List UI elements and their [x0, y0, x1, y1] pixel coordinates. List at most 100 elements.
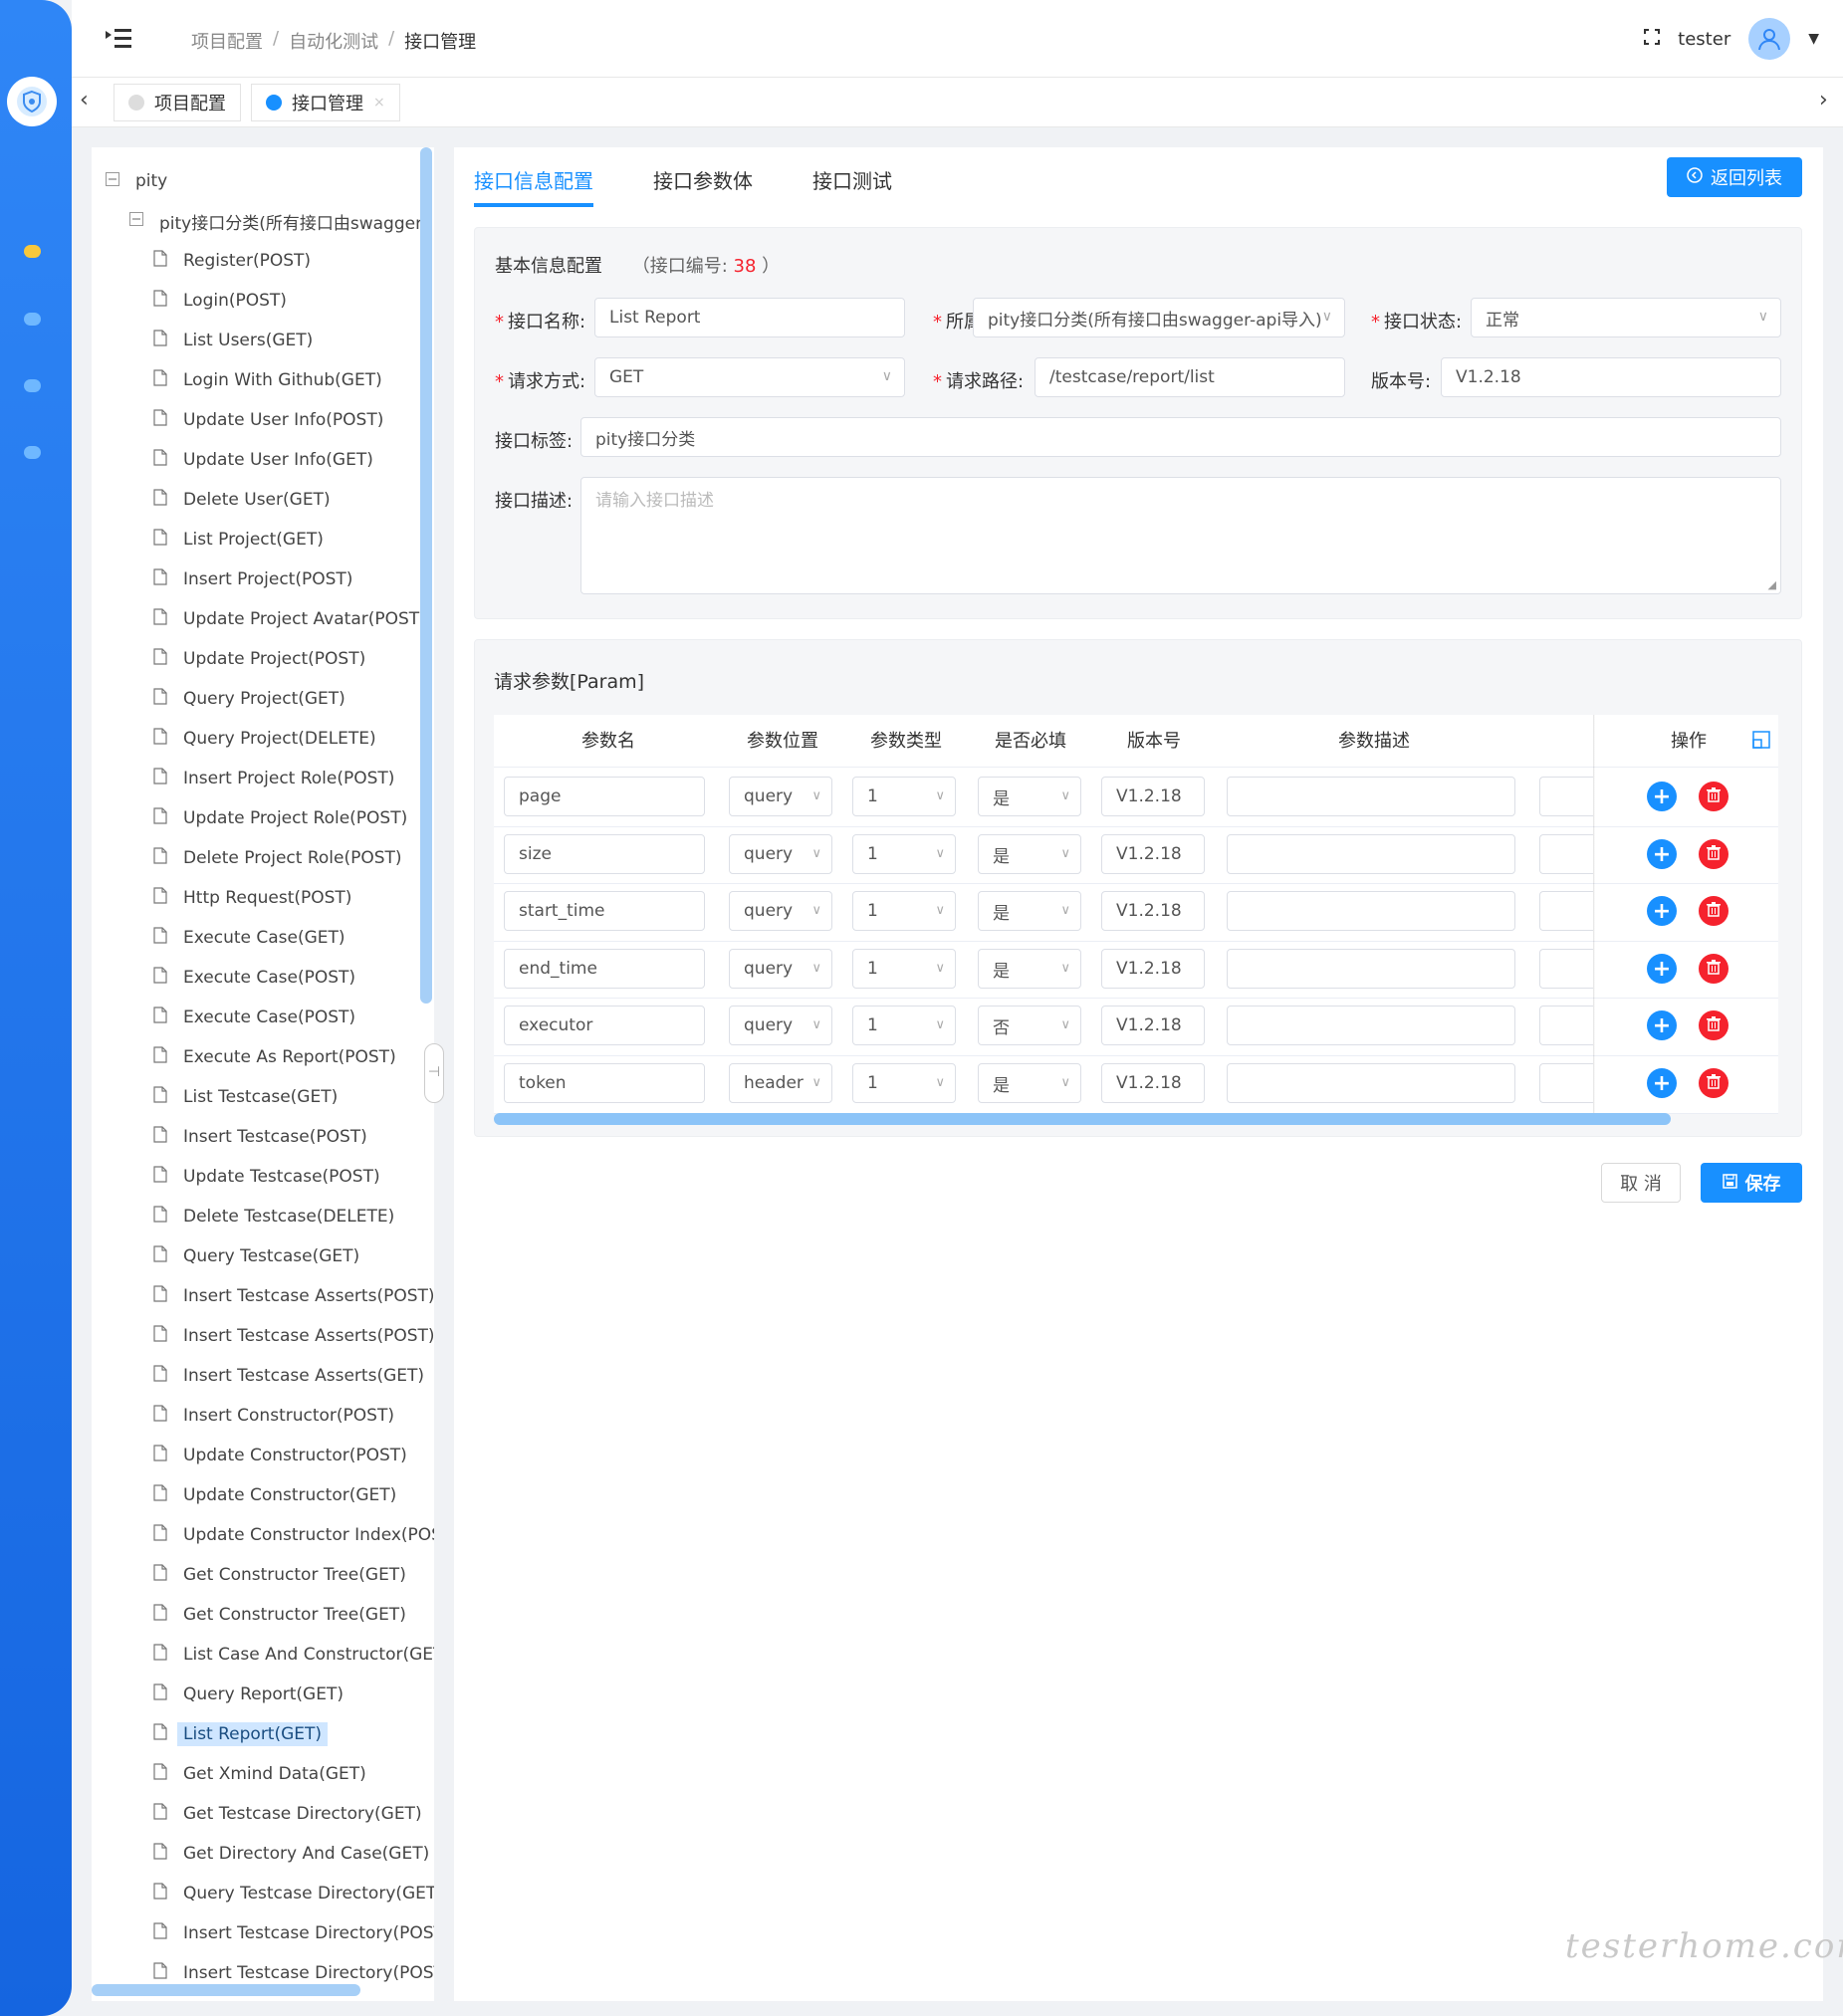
fullscreen-icon[interactable] [1644, 28, 1661, 50]
nav-tab-project-config[interactable]: 项目配置 [114, 84, 241, 121]
tree-item[interactable]: Delete User(GET) [153, 480, 337, 520]
param-name-input[interactable]: page [504, 777, 705, 816]
tree-item[interactable]: Query Project(DELETE) [153, 719, 382, 759]
param-extra-input[interactable] [1539, 891, 1593, 931]
tabs-scroll-left-icon[interactable]: ‹ [80, 88, 89, 112]
tree-item[interactable]: List Testcase(GET) [153, 1077, 344, 1117]
app-logo[interactable] [7, 77, 57, 126]
add-row-button[interactable]: + [1647, 1010, 1677, 1040]
tree-item[interactable]: Update Constructor(POST) [153, 1436, 413, 1475]
tree-item[interactable]: Insert Project(POST) [153, 560, 358, 599]
tree-item[interactable]: Http Request(POST) [153, 878, 357, 918]
param-name-input[interactable]: start_time [504, 891, 705, 931]
collapse-icon[interactable] [106, 171, 119, 191]
tree-item[interactable]: Insert Testcase Directory(POST) [153, 1913, 434, 1953]
param-name-input[interactable]: end_time [504, 949, 705, 989]
tree-item[interactable]: Query Report(GET) [153, 1675, 349, 1714]
add-row-button[interactable]: + [1647, 954, 1677, 984]
tree-category[interactable]: pity接口分类(所有接口由swagger- [129, 201, 433, 241]
back-to-list-button[interactable]: 返回列表 [1667, 157, 1802, 197]
param-position-select[interactable]: query ∨ [729, 1006, 832, 1045]
tree-item[interactable]: Insert Constructor(POST) [153, 1396, 400, 1436]
param-required-select[interactable]: 是 ∨ [978, 1063, 1081, 1103]
param-required-select[interactable]: 否 ∨ [978, 1006, 1081, 1045]
param-desc-input[interactable] [1227, 891, 1515, 931]
tree-item[interactable]: Update Project Avatar(POST) [153, 599, 432, 639]
cancel-button[interactable]: 取 消 [1601, 1163, 1681, 1203]
param-version-input[interactable]: V1.2.18 [1101, 891, 1205, 931]
tree-item[interactable]: Execute Case(GET) [153, 918, 351, 958]
nav-tab-api-management[interactable]: 接口管理 × [251, 84, 400, 121]
param-extra-input[interactable] [1539, 834, 1593, 874]
table-horizontal-scrollbar[interactable] [494, 1113, 1671, 1125]
tree-item[interactable]: Update Project Role(POST) [153, 798, 413, 838]
tree-item[interactable]: Get Testcase Directory(GET) [153, 1794, 428, 1834]
tab-api-test[interactable]: 接口测试 [812, 165, 892, 194]
delete-row-button[interactable] [1699, 954, 1728, 984]
tree-item[interactable]: Insert Testcase Asserts(POST) [153, 1276, 434, 1316]
delete-row-button[interactable] [1699, 1068, 1728, 1098]
param-type-select[interactable]: 1 ∨ [852, 777, 956, 816]
method-select[interactable]: GET ∨ [594, 357, 905, 397]
param-type-select[interactable]: 1 ∨ [852, 1063, 956, 1103]
tree-item[interactable]: Execute Case(POST) [153, 958, 361, 998]
rail-nav-dot-1[interactable] [24, 245, 41, 258]
breadcrumb-item[interactable]: 自动化测试 [289, 28, 378, 54]
tree-item[interactable]: Update Constructor Index(POS [153, 1515, 434, 1555]
tree-item[interactable]: Delete Testcase(DELETE) [153, 1197, 400, 1236]
rail-nav-dot-2[interactable] [24, 313, 41, 326]
api-name-input[interactable]: List Report [594, 298, 905, 337]
tree-item[interactable]: Get Directory And Case(GET) [153, 1834, 434, 1874]
param-version-input[interactable]: V1.2.18 [1101, 834, 1205, 874]
param-extra-input[interactable] [1539, 1063, 1593, 1103]
param-extra-input[interactable] [1539, 1006, 1593, 1045]
tree-item[interactable]: Update Testcase(POST) [153, 1157, 386, 1197]
path-input[interactable]: /testcase/report/list [1035, 357, 1345, 397]
param-required-select[interactable]: 是 ∨ [978, 949, 1081, 989]
param-required-select[interactable]: 是 ∨ [978, 891, 1081, 931]
param-extra-input[interactable] [1539, 949, 1593, 989]
param-required-select[interactable]: 是 ∨ [978, 834, 1081, 874]
tabs-scroll-right-icon[interactable]: › [1819, 88, 1828, 112]
panel-resize-handle[interactable]: ⊣ [424, 1043, 444, 1103]
tree-item[interactable]: Execute Case(POST) [153, 998, 361, 1037]
tree-item[interactable]: Update Project(POST) [153, 639, 371, 679]
param-type-select[interactable]: 1 ∨ [852, 949, 956, 989]
add-row-button[interactable]: + [1647, 896, 1677, 926]
param-desc-input[interactable] [1227, 777, 1515, 816]
param-position-select[interactable]: header ∨ [729, 1063, 832, 1103]
tree-item[interactable]: Update User Info(POST) [153, 400, 389, 440]
param-position-select[interactable]: query ∨ [729, 891, 832, 931]
menu-toggle-icon[interactable] [106, 28, 131, 55]
tree-item[interactable]: Get Constructor Tree(GET) [153, 1595, 412, 1635]
breadcrumb-item[interactable]: 项目配置 [191, 28, 263, 54]
tree-item[interactable]: Insert Testcase(POST) [153, 1117, 373, 1157]
tag-input[interactable]: pity接口分类 [580, 417, 1781, 457]
save-button[interactable]: 保存 [1701, 1163, 1802, 1203]
caret-down-icon[interactable]: ▼ [1808, 31, 1819, 47]
param-position-select[interactable]: query ∨ [729, 777, 832, 816]
add-row-button[interactable]: + [1647, 839, 1677, 869]
tree-item[interactable]: Insert Testcase Asserts(GET) [153, 1356, 430, 1396]
param-position-select[interactable]: query ∨ [729, 834, 832, 874]
param-required-select[interactable]: 是 ∨ [978, 777, 1081, 816]
tree-item[interactable]: Delete Project Role(POST) [153, 838, 408, 878]
tree-root[interactable]: pity [106, 161, 173, 201]
tab-api-body[interactable]: 接口参数体 [653, 165, 753, 194]
param-version-input[interactable]: V1.2.18 [1101, 777, 1205, 816]
tree-item[interactable]: Insert Project Role(POST) [153, 759, 400, 798]
add-row-button[interactable]: + [1647, 782, 1677, 811]
param-desc-input[interactable] [1227, 949, 1515, 989]
avatar[interactable] [1748, 18, 1791, 60]
expand-column-icon[interactable] [1752, 731, 1770, 754]
tree-item[interactable]: Get Xmind Data(GET) [153, 1754, 372, 1794]
tree-item[interactable]: Register(POST) [153, 241, 317, 281]
tree-item[interactable]: Login(POST) [153, 281, 293, 321]
tab-api-info[interactable]: 接口信息配置 [474, 165, 593, 194]
param-name-input[interactable]: executor [504, 1006, 705, 1045]
tree-item[interactable]: Query Project(GET) [153, 679, 351, 719]
tree-item[interactable]: List Users(GET) [153, 321, 319, 360]
version-input[interactable]: V1.2.18 [1441, 357, 1781, 397]
param-name-input[interactable]: size [504, 834, 705, 874]
tree-item[interactable]: Login With Github(GET) [153, 360, 388, 400]
